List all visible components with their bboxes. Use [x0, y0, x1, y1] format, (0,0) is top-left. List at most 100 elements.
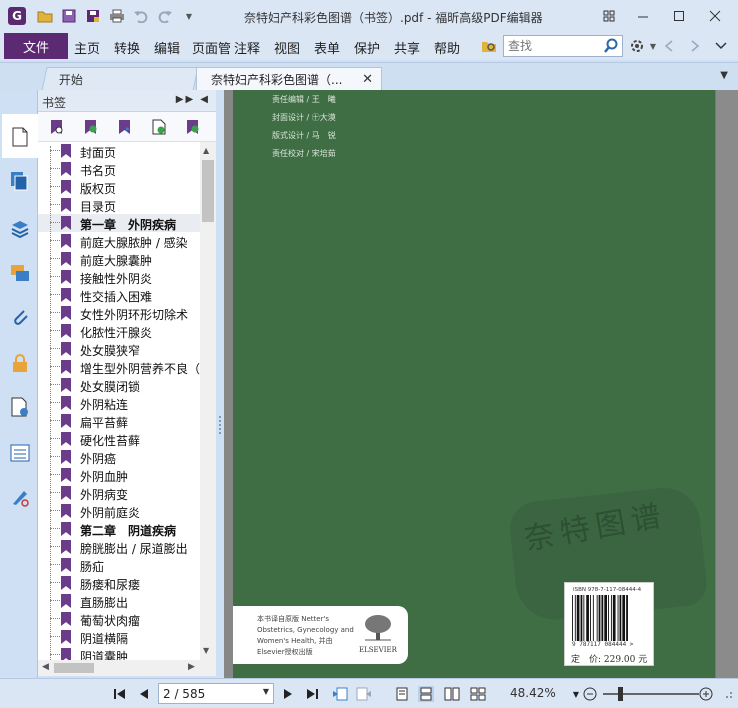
- zoom-out-icon[interactable]: [582, 686, 598, 702]
- bookmark-goto-icon[interactable]: [116, 118, 134, 136]
- nav-back-icon[interactable]: [660, 37, 678, 55]
- bookmark-item[interactable]: 外阴血肿: [38, 466, 200, 484]
- tab-comment[interactable]: 注释: [234, 38, 260, 57]
- bookmark-item[interactable]: 硬化性苔藓: [38, 430, 200, 448]
- bookmark-item[interactable]: 化脓性汗腺炎: [38, 322, 200, 340]
- hscroll-thumb[interactable]: [54, 663, 94, 673]
- bookmark-item[interactable]: 外阴癌: [38, 448, 200, 466]
- tabs-dropdown-icon[interactable]: ▼: [720, 70, 728, 81]
- bookmark-item[interactable]: 处女膜闭锁: [38, 376, 200, 394]
- bookmark-expand-icon[interactable]: [184, 118, 202, 136]
- bookmark-item[interactable]: 阴道囊肿: [38, 646, 200, 660]
- last-page-icon[interactable]: [304, 686, 320, 702]
- scroll-up-icon[interactable]: ▲: [203, 146, 209, 155]
- add-bookmark-icon[interactable]: [82, 118, 100, 136]
- ribbon-collapse-icon[interactable]: [712, 37, 730, 55]
- restore-layout-icon[interactable]: [596, 6, 622, 26]
- tab-share[interactable]: 共享: [394, 38, 420, 57]
- bookmark-item[interactable]: 版权页: [38, 178, 200, 196]
- bookmark-item[interactable]: 外阴粘连: [38, 394, 200, 412]
- bookmark-item[interactable]: 封面页: [38, 142, 200, 160]
- pages-panel-icon[interactable]: [9, 170, 31, 192]
- tab-page-manage[interactable]: 页面管: [192, 38, 232, 57]
- bookmark-item[interactable]: 直肠膨出: [38, 592, 200, 610]
- continuous-view-icon[interactable]: [418, 686, 434, 702]
- tab-start-page[interactable]: 开始: [41, 67, 199, 91]
- close-icon[interactable]: [702, 6, 728, 26]
- bookmark-item[interactable]: 前庭大腺囊肿: [38, 250, 200, 268]
- tab-convert[interactable]: 转换: [114, 38, 140, 57]
- bookmark-options-icon[interactable]: [48, 118, 66, 136]
- tab-help[interactable]: 帮助: [434, 38, 460, 57]
- customize-icon[interactable]: ▼: [178, 7, 200, 25]
- bookmark-item[interactable]: 扁平苔藓: [38, 412, 200, 430]
- panel-collapse-icon[interactable]: ▶▶ ◀: [176, 94, 210, 105]
- new-page-bookmark-icon[interactable]: [150, 118, 168, 136]
- minimize-icon[interactable]: [630, 6, 656, 26]
- page-number-input[interactable]: 2 / 585 ▼: [158, 683, 274, 704]
- search-icon[interactable]: [603, 38, 619, 57]
- zoom-level[interactable]: 48.42%: [510, 686, 556, 700]
- document-properties-icon[interactable]: [9, 396, 31, 418]
- security-lock-icon[interactable]: [9, 352, 31, 374]
- zoom-slider-thumb[interactable]: [618, 687, 624, 701]
- previous-view-icon[interactable]: [332, 686, 348, 702]
- open-folder-icon[interactable]: [34, 7, 56, 25]
- facing-view-icon[interactable]: [444, 686, 460, 702]
- nav-forward-icon[interactable]: [686, 37, 704, 55]
- bookmark-item[interactable]: 葡萄状肉瘤: [38, 610, 200, 628]
- bookmark-item[interactable]: 肠瘘和尿瘘: [38, 574, 200, 592]
- attachments-panel-icon[interactable]: [9, 306, 31, 328]
- bookmark-item[interactable]: 外阴前庭炎: [38, 502, 200, 520]
- bookmark-vertical-scrollbar[interactable]: ▲ ▼: [200, 142, 216, 660]
- zoom-in-icon[interactable]: [698, 686, 714, 702]
- bookmark-item[interactable]: 女性外阴环形切除术: [38, 304, 200, 322]
- layers-panel-icon[interactable]: [9, 218, 31, 240]
- bookmark-item[interactable]: 阴道横隔: [38, 628, 200, 646]
- tab-edit[interactable]: 编辑: [154, 38, 180, 57]
- bookmark-horizontal-scrollbar[interactable]: ◀ ▶: [38, 660, 216, 676]
- find-folder-icon[interactable]: [480, 37, 498, 55]
- page-dropdown-icon[interactable]: ▼: [263, 687, 269, 696]
- scroll-left-icon[interactable]: ◀: [42, 662, 49, 672]
- bookmark-panel-icon[interactable]: [9, 126, 31, 148]
- bookmark-item[interactable]: 第一章 外阴疾病: [38, 214, 200, 232]
- bookmark-item[interactable]: 书名页: [38, 160, 200, 178]
- tab-form[interactable]: 表单: [314, 38, 340, 57]
- search-input[interactable]: [508, 39, 604, 53]
- scroll-right-icon[interactable]: ▶: [188, 662, 195, 672]
- scroll-down-icon[interactable]: ▼: [203, 646, 209, 655]
- signature-panel-icon[interactable]: [9, 486, 31, 508]
- tab-document[interactable]: 奈特妇产科彩色图谱（... ✕: [196, 67, 382, 91]
- bookmark-item[interactable]: 接触性外阴炎: [38, 268, 200, 286]
- content-panel-icon[interactable]: [9, 442, 31, 464]
- first-page-icon[interactable]: [112, 686, 128, 702]
- bookmark-item[interactable]: 前庭大腺脓肿 / 感染: [38, 232, 200, 250]
- continuous-facing-view-icon[interactable]: [470, 686, 486, 702]
- single-page-view-icon[interactable]: [394, 686, 410, 702]
- undo-icon[interactable]: [130, 7, 152, 25]
- file-menu-button[interactable]: 文件: [4, 33, 68, 59]
- tab-protect[interactable]: 保护: [354, 38, 380, 57]
- pane-splitter[interactable]: [216, 90, 224, 678]
- tab-close-icon[interactable]: ✕: [362, 72, 373, 87]
- bookmark-item[interactable]: 目录页: [38, 196, 200, 214]
- bookmark-item[interactable]: 处女膜狭窄: [38, 340, 200, 358]
- bookmark-item[interactable]: 肠疝: [38, 556, 200, 574]
- document-view[interactable]: 责任编辑 / 王 曦 封面设计 / ㊉大漠 版式设计 / 马 锐 责任校对 / …: [224, 90, 738, 678]
- resize-grip-icon[interactable]: [720, 686, 736, 702]
- next-view-icon[interactable]: [356, 686, 372, 702]
- tab-home[interactable]: 主页: [74, 38, 100, 57]
- search-box[interactable]: [503, 35, 623, 57]
- bookmark-item[interactable]: 增生型外阴营养不良（: [38, 358, 200, 376]
- save-icon[interactable]: [58, 7, 80, 25]
- splitter-grip[interactable]: [219, 416, 221, 434]
- redo-icon[interactable]: [154, 7, 176, 25]
- next-page-icon[interactable]: [280, 686, 296, 702]
- print-icon[interactable]: [106, 7, 128, 25]
- tab-view[interactable]: 视图: [274, 38, 300, 57]
- previous-page-icon[interactable]: [136, 686, 152, 702]
- save-as-icon[interactable]: [82, 7, 104, 25]
- bookmark-item[interactable]: 性交插入困难: [38, 286, 200, 304]
- comments-panel-icon[interactable]: [9, 262, 31, 284]
